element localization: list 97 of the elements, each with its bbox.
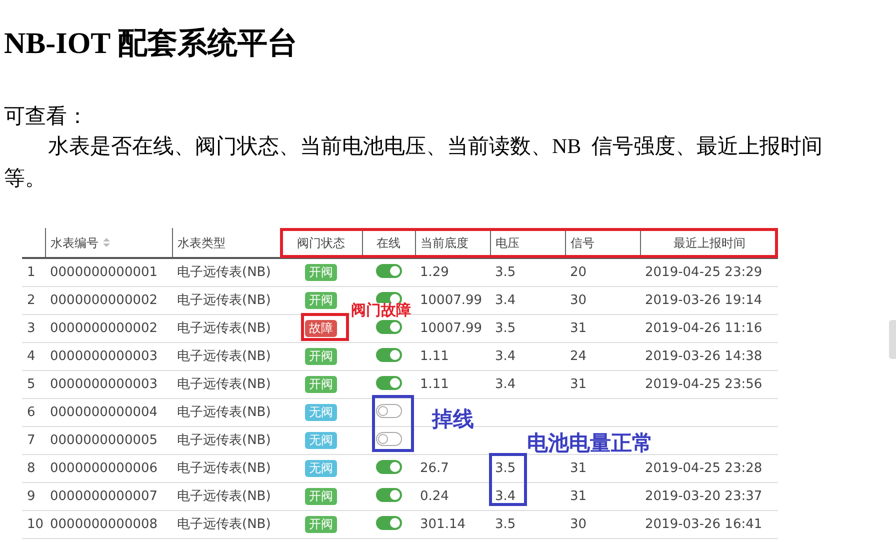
row-number: 7 (27, 433, 36, 448)
column-header: 电压 (496, 234, 520, 252)
table-cell: 31 (570, 377, 587, 392)
toggle-switch[interactable] (376, 488, 402, 502)
column-header: 水表类型 (178, 234, 226, 252)
column-header: 阀门状态 (297, 234, 345, 252)
table-cell: 0000000000004 (50, 405, 158, 420)
valve-status-badge: 开阀 (305, 376, 337, 393)
table-cell: 2019-03-20 23:37 (645, 489, 762, 504)
toggle-switch[interactable] (376, 348, 402, 362)
valve-status-badge: 开阀 (305, 516, 337, 533)
toggle-switch[interactable] (376, 432, 402, 446)
toggle-switch[interactable] (376, 320, 402, 334)
table-cell: 24 (570, 349, 587, 364)
table-cell: 0000000000001 (50, 265, 158, 280)
table-cell: 3.5 (495, 321, 516, 336)
table-cell: 0000000000008 (50, 517, 158, 532)
table-cell: 0000000000006 (50, 461, 158, 476)
table-cell: 电子远传表(NB) (177, 265, 271, 280)
table-cell: 3.4 (495, 349, 516, 364)
table-cell: 2019-04-25 23:28 (645, 461, 762, 476)
table-cell: 2019-04-26 11:16 (645, 321, 762, 336)
table-cell: 30 (570, 517, 587, 532)
table-cell: 0000000000002 (50, 321, 158, 336)
toggle-switch[interactable] (376, 376, 402, 390)
table-cell: 0000000000003 (50, 349, 158, 364)
table-cell: 10007.99 (420, 293, 482, 308)
table-cell: 电子远传表(NB) (177, 433, 271, 448)
row-number: 4 (27, 349, 36, 364)
table-cell: 1.11 (420, 377, 449, 392)
column-header: 信号 (570, 234, 594, 252)
table-cell: 电子远传表(NB) (177, 517, 271, 532)
row-number: 8 (27, 461, 36, 476)
row-number: 5 (27, 377, 36, 392)
table-cell: 0000000000002 (50, 293, 158, 308)
row-number: 9 (27, 489, 36, 504)
table-cell: 3.5 (495, 265, 516, 280)
table-cell: 31 (570, 461, 587, 476)
table-cell: 0000000000005 (50, 433, 158, 448)
valve-status-badge: 开阀 (305, 488, 337, 505)
table-cell: 0000000000007 (50, 489, 158, 504)
sort-icon[interactable] (102, 238, 110, 247)
valve-status-badge: 无阀 (305, 460, 337, 477)
table-cell: 31 (570, 321, 587, 336)
table-cell: 20 (570, 265, 587, 280)
valve-status-badge: 故障 (305, 320, 337, 337)
table-cell: 电子远传表(NB) (177, 349, 271, 364)
annotation-label: 阀门故障 (351, 303, 411, 318)
row-number: 10 (27, 517, 44, 532)
table-cell: 电子远传表(NB) (177, 489, 271, 504)
column-header: 最近上报时间 (673, 234, 746, 252)
table-cell: 电子远传表(NB) (177, 377, 271, 392)
table-cell: 电子远传表(NB) (177, 321, 271, 336)
toggle-switch[interactable] (376, 264, 402, 278)
column-header: 在线 (376, 234, 400, 252)
toggle-switch[interactable] (376, 516, 402, 530)
table-cell: 3.4 (495, 377, 516, 392)
table-cell: 2019-03-26 16:41 (645, 517, 762, 532)
column-header: 当前底度 (420, 234, 468, 252)
valve-status-badge: 开阀 (305, 292, 337, 309)
table-cell: 2019-04-25 23:29 (645, 265, 762, 280)
page-heading: NB-IOT 配套系统平台 (4, 26, 298, 62)
table-cell: 1.29 (420, 265, 449, 280)
table-cell: 3.5 (495, 517, 516, 532)
table-cell: 26.7 (420, 461, 449, 476)
table-cell: 电子远传表(NB) (177, 405, 271, 420)
table-cell: 2019-03-26 14:38 (645, 349, 762, 364)
table-cell: 31 (570, 489, 587, 504)
valve-status-badge: 开阀 (305, 264, 337, 282)
toggle-switch[interactable] (376, 404, 402, 418)
table-cell: 3.5 (495, 461, 516, 476)
valve-status-badge: 无阀 (305, 404, 337, 421)
table-cell: 2019-04-25 23:56 (645, 377, 762, 392)
annotation-label: 掉线 (432, 409, 474, 430)
table-cell: 电子远传表(NB) (177, 461, 271, 476)
row-number: 3 (27, 321, 36, 336)
description-paragraph: 水表是否在线、阀门状态、当前电池电压、当前读数、NB 信号强度、最近上报时间等。 (4, 133, 824, 192)
table-cell: 301.14 (420, 517, 466, 532)
valve-status-badge: 开阀 (305, 348, 337, 365)
row-number: 2 (27, 293, 36, 308)
table-cell: 3.4 (495, 293, 516, 308)
table-cell: 0.24 (420, 489, 449, 504)
table-cell: 电子远传表(NB) (177, 293, 271, 308)
table-cell: 10007.99 (420, 321, 482, 336)
toggle-switch[interactable] (376, 460, 402, 474)
table-cell: 30 (570, 293, 587, 308)
table-cell: 2019-03-26 19:14 (645, 293, 762, 308)
row-number: 6 (27, 405, 36, 420)
table-cell: 3.4 (495, 489, 516, 504)
section-heading: 可查看： (4, 103, 88, 130)
table-cell: 1.11 (420, 349, 449, 364)
annotation-label: 电池电量正常 (527, 433, 653, 454)
scrollbar-thumb[interactable] (889, 320, 896, 359)
valve-status-badge: 无阀 (305, 432, 337, 449)
row-number: 1 (27, 265, 36, 280)
table-cell: 0000000000003 (50, 377, 158, 392)
column-header[interactable]: 水表编号 (50, 234, 110, 252)
